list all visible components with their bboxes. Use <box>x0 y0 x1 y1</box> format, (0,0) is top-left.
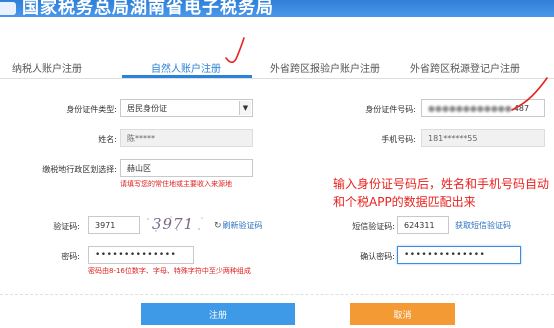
region-input[interactable]: 赫山区 <box>120 159 253 177</box>
id-number-label: 身份证件号码: <box>365 105 416 114</box>
tab-natural-person-register[interactable]: 自然人账户注册 <box>151 60 221 75</box>
confirm-password-input[interactable]: •••••••••••••• <box>397 246 521 264</box>
chevron-down-icon: ▼ <box>239 101 251 115</box>
confirm-password-label: 确认密码: <box>360 252 395 261</box>
id-type-value: 居民身份证 <box>127 103 167 113</box>
annotation-note: 输入身份证号码后，姓名和手机号码自动和个税APP的数据匹配出来 <box>333 177 550 209</box>
password-input[interactable]: •••••••••••••• <box>88 246 194 264</box>
cancel-button[interactable]: 取消 <box>350 303 455 325</box>
name-label: 姓名: <box>98 135 117 144</box>
refresh-captcha-link[interactable]: ↻刷新验证码 <box>214 220 263 231</box>
region-hint: 请填写您的常住地或主要收入来源地 <box>120 180 232 188</box>
tab-divider <box>0 78 554 79</box>
tab-out-of-province-inspection-register[interactable]: 外省跨区报验户账户注册 <box>270 60 380 75</box>
form-divider <box>0 294 554 295</box>
id-type-label: 身份证件类型: <box>66 105 117 114</box>
id-number-masked: ●●●●●●●●●●●● <box>428 103 512 113</box>
region-label: 缴税地行政区划选择: <box>42 165 117 174</box>
tab-out-of-province-tax-source-register[interactable]: 外省跨区税源登记户注册 <box>410 60 520 75</box>
captcha-text: 3971 <box>152 215 195 233</box>
emblem-icon <box>0 2 16 15</box>
sms-code-input[interactable]: 624311 <box>397 216 449 234</box>
captcha-input[interactable]: 3971 <box>88 216 140 234</box>
get-sms-code-link[interactable]: 获取短信验证码 <box>455 220 511 231</box>
sms-label: 短信验证码: <box>352 222 395 231</box>
register-button[interactable]: 注册 <box>141 303 295 325</box>
id-number-value: 487 <box>513 103 530 113</box>
password-label: 密码: <box>61 252 80 261</box>
id-number-input[interactable]: ●●●●●●●●●●●● 487 <box>421 99 545 117</box>
tab-bar: 纳税人账户注册 自然人账户注册 外省跨区报验户账户注册 外省跨区税源登记户注册 <box>0 52 554 78</box>
tab-taxpayer-register[interactable]: 纳税人账户注册 <box>12 60 82 75</box>
phone-input: 181******55 <box>421 129 545 147</box>
id-type-select[interactable]: 居民身份证 ▼ <box>120 99 253 117</box>
refresh-icon: ↻ <box>214 221 222 231</box>
refresh-label: 刷新验证码 <box>222 221 263 230</box>
phone-label: 手机号码: <box>381 135 416 144</box>
captcha-label: 验证码: <box>53 222 80 231</box>
header-banner: 国家税务总局湖南省电子税务局 <box>0 0 554 17</box>
password-hint: 密码由8-16位数字、字母、特殊字符中至少两种组成 <box>88 267 251 275</box>
site-title: 国家税务总局湖南省电子税务局 <box>22 0 274 17</box>
name-input: 陈***** <box>120 129 253 147</box>
captcha-image[interactable]: 3971 <box>144 215 206 235</box>
